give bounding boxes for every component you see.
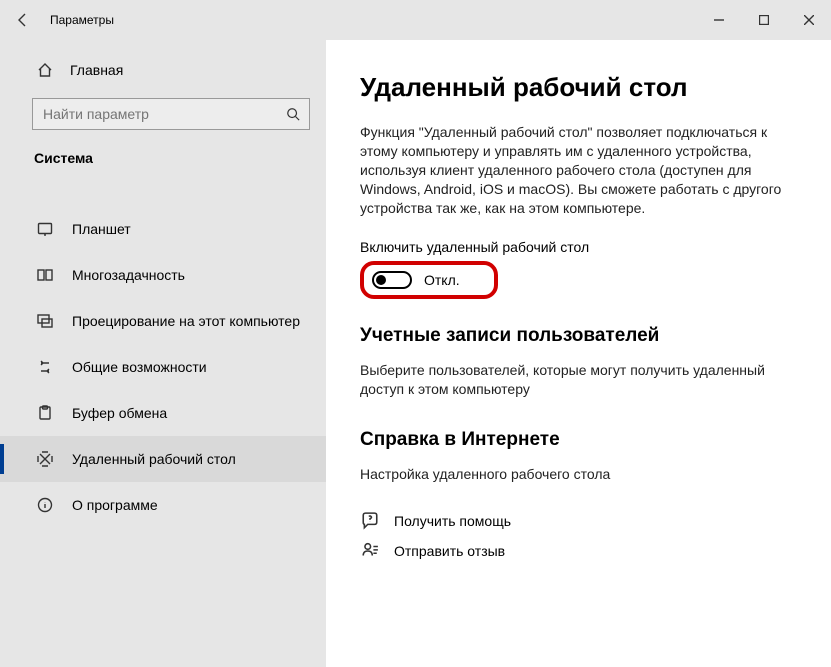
sidebar-item-label: Многозадачность <box>72 267 185 283</box>
window-title: Параметры <box>46 13 114 27</box>
feedback-icon <box>360 542 380 560</box>
sidebar-item-label: О программе <box>72 497 158 513</box>
sidebar: Главная Система Планшет <box>0 40 326 667</box>
sidebar-item-remote-desktop[interactable]: Удаленный рабочий стол <box>0 436 326 482</box>
sidebar-item-tablet[interactable]: Планшет <box>0 206 326 252</box>
sidebar-item-label: Проецирование на этот компьютер <box>72 313 300 329</box>
sidebar-item-about[interactable]: О программе <box>0 482 326 528</box>
feedback-link[interactable]: Отправить отзыв <box>360 536 801 566</box>
about-icon <box>36 497 54 513</box>
get-help-link[interactable]: Получить помощь <box>360 506 801 536</box>
accounts-desc: Выберите пользователей, которые могут по… <box>360 361 780 399</box>
help-title: Справка в Интернете <box>360 429 801 451</box>
remote-desktop-icon <box>36 451 54 467</box>
search-box[interactable] <box>32 98 310 130</box>
get-help-label: Получить помощь <box>394 513 511 529</box>
category-label: Система <box>0 138 326 178</box>
projecting-icon <box>36 313 54 329</box>
help-desc: Настройка удаленного рабочего стола <box>360 465 780 484</box>
sidebar-item-clipboard[interactable]: Буфер обмена <box>0 390 326 436</box>
back-button[interactable] <box>0 0 46 40</box>
sidebar-item-label: Буфер обмена <box>72 405 167 421</box>
home-icon <box>36 62 54 78</box>
page-description: Функция "Удаленный рабочий стол" позволя… <box>360 123 790 217</box>
toggle-state: Откл. <box>424 272 460 288</box>
sidebar-item-shared[interactable]: Общие возможности <box>0 344 326 390</box>
remote-desktop-toggle-highlight: Откл. <box>360 261 498 299</box>
main-content: Удаленный рабочий стол Функция "Удаленны… <box>326 40 831 667</box>
toggle-knob <box>376 275 386 285</box>
feedback-label: Отправить отзыв <box>394 543 505 559</box>
sidebar-item-multitasking[interactable]: Многозадачность <box>0 252 326 298</box>
accounts-title: Учетные записи пользователей <box>360 325 801 347</box>
search-icon <box>277 107 309 121</box>
sidebar-item-projecting[interactable]: Проецирование на этот компьютер <box>0 298 326 344</box>
maximize-button[interactable] <box>741 0 786 40</box>
home-label: Главная <box>70 62 123 78</box>
titlebar: Параметры <box>0 0 831 40</box>
page-title: Удаленный рабочий стол <box>360 72 801 103</box>
minimize-button[interactable] <box>696 0 741 40</box>
toggle-label: Включить удаленный рабочий стол <box>360 239 801 255</box>
sidebar-item-label: Планшет <box>72 221 131 237</box>
remote-desktop-toggle[interactable] <box>372 271 412 289</box>
tablet-icon <box>36 221 54 237</box>
help-icon <box>360 512 380 530</box>
shared-icon <box>36 359 54 375</box>
search-input[interactable] <box>33 106 277 122</box>
home-link[interactable]: Главная <box>0 50 326 90</box>
clipboard-icon <box>36 405 54 421</box>
sidebar-item-label: Удаленный рабочий стол <box>72 451 236 467</box>
multitasking-icon <box>36 267 54 283</box>
close-button[interactable] <box>786 0 831 40</box>
sidebar-item-label: Общие возможности <box>72 359 207 375</box>
